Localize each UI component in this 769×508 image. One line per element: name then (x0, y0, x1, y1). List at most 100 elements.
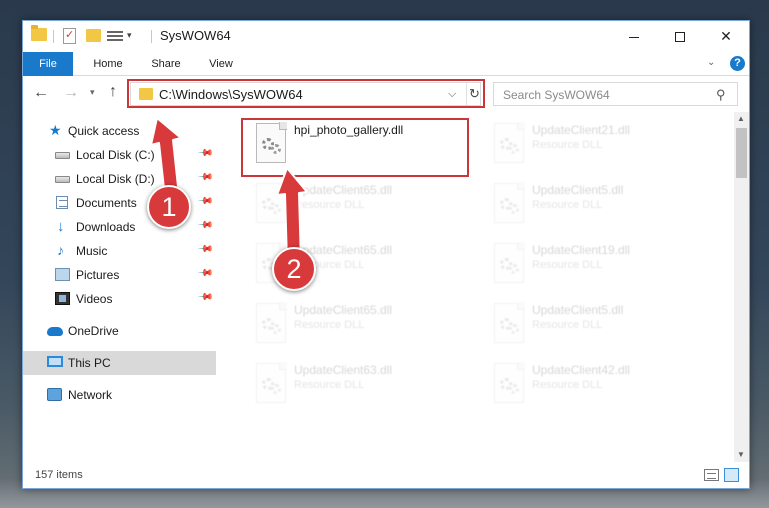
dll-file-icon (494, 122, 525, 163)
file-type: Resource DLL (294, 379, 365, 391)
star-icon: ★ (49, 122, 62, 138)
file-name: hpi_photo_gallery.dll (294, 123, 404, 137)
scroll-down-button[interactable]: ▼ (737, 450, 745, 459)
file-type: Resource DLL (532, 139, 603, 151)
dll-file-icon (494, 242, 525, 283)
file-type: Resource DLL (532, 259, 603, 271)
dll-file-icon (256, 302, 287, 343)
sidebar-item-onedrive[interactable]: OneDrive (23, 319, 216, 343)
sidebar-item-label: OneDrive (68, 324, 119, 338)
computer-icon (47, 356, 63, 367)
pin-icon[interactable]: 📌 (197, 217, 214, 234)
sidebar-item-quick-access[interactable]: ★ Quick access (23, 119, 216, 143)
address-bar[interactable]: C:\Windows\SysWOW64 ⌵ ↻ (130, 82, 481, 106)
close-button[interactable]: ✕ (703, 21, 749, 52)
file-tile-target[interactable]: hpi_photo_gallery.dll (242, 116, 478, 168)
file-name: UpdateClient63.dll (294, 363, 393, 377)
step-2-callout: 2 (272, 247, 316, 291)
dll-file-icon (256, 122, 287, 163)
dll-file-icon (256, 182, 287, 223)
new-folder-icon[interactable] (86, 29, 101, 42)
vertical-scrollbar[interactable]: ▲ ▼ (734, 112, 749, 462)
file-tile[interactable]: UpdateClient63.dll Resource DLL (242, 356, 478, 408)
forward-button[interactable]: → (63, 84, 79, 102)
file-tile[interactable]: UpdateClient65.dll Resource DLL (242, 176, 478, 228)
refresh-button[interactable]: ↻ (466, 83, 482, 105)
tab-share[interactable]: Share (140, 52, 192, 76)
pin-icon[interactable]: 📌 (197, 145, 214, 162)
help-icon[interactable]: ? (730, 56, 745, 71)
file-type: Resource DLL (532, 199, 603, 211)
file-tile[interactable]: UpdateClient21.dll Resource DLL (480, 116, 716, 168)
item-count: 157 items (35, 469, 83, 481)
file-tile[interactable]: UpdateClient42.dll Resource DLL (480, 356, 716, 408)
drive-icon (55, 152, 70, 159)
videos-icon (55, 292, 70, 305)
recent-locations-button[interactable]: ▾ (90, 87, 95, 98)
sidebar-item-label: Downloads (76, 220, 136, 234)
download-icon: ↓ (57, 218, 65, 235)
file-name: UpdateClient19.dll (532, 243, 631, 257)
toolbar-divider (151, 30, 152, 43)
window-title: SysWOW64 (160, 28, 231, 43)
search-icon[interactable]: ⚲ (716, 87, 726, 103)
sidebar-item-videos[interactable]: Videos 📌 (23, 287, 216, 311)
maximize-icon (675, 32, 685, 43)
scroll-up-button[interactable]: ▲ (737, 114, 745, 123)
address-path[interactable]: C:\Windows\SysWOW64 (159, 87, 303, 102)
navigation-bar: ← → ▾ ↑ C:\Windows\SysWOW64 ⌵ ↻ Search S… (23, 76, 749, 112)
file-name: UpdateClient5.dll (532, 303, 624, 317)
sidebar-item-label: Quick access (68, 124, 140, 138)
file-tile[interactable]: UpdateClient65.dll Resource DLL (242, 296, 478, 348)
scroll-thumb[interactable] (736, 128, 747, 178)
drive-icon (55, 176, 70, 183)
sidebar-item-local-disk-d[interactable]: Local Disk (D:) 📌 (23, 167, 216, 191)
customize-toolbar-dropdown-icon[interactable]: ▾ (127, 30, 132, 41)
maximize-button[interactable] (657, 21, 703, 52)
pictures-icon (55, 268, 70, 281)
sidebar-item-label: This PC (68, 356, 111, 370)
file-type: Resource DLL (532, 379, 603, 391)
view-layout-icon[interactable] (107, 29, 123, 43)
search-input[interactable]: Search SysWOW64 ⚲ (493, 82, 738, 106)
navigation-pane: ★ Quick access Local Disk (C:) 📌 Local D… (23, 112, 216, 462)
dll-file-icon (494, 362, 525, 403)
sidebar-item-network[interactable]: Network (23, 383, 216, 407)
back-button[interactable]: ← (33, 84, 49, 102)
minimize-button[interactable] (611, 21, 657, 52)
sidebar-item-label: Local Disk (C:) (76, 148, 155, 162)
dll-file-icon (256, 362, 287, 403)
sidebar-item-music[interactable]: ♪ Music 📌 (23, 239, 216, 263)
details-view-icon[interactable] (704, 469, 719, 481)
file-tile[interactable]: UpdateClient5.dll Resource DLL (480, 296, 716, 348)
file-name: UpdateClient42.dll (532, 363, 631, 377)
pin-icon[interactable]: 📌 (197, 193, 214, 210)
sidebar-item-this-pc[interactable]: This PC (23, 351, 216, 375)
address-history-dropdown[interactable]: ⌵ (448, 88, 456, 101)
documents-icon (56, 196, 68, 209)
large-icons-view-icon[interactable] (724, 468, 739, 482)
tab-view[interactable]: View (197, 52, 245, 76)
sidebar-item-local-disk-c[interactable]: Local Disk (C:) 📌 (23, 143, 216, 167)
tab-home[interactable]: Home (81, 52, 135, 76)
file-explorer-window: ▾ SysWOW64 ✕ File Home Share View ⌄ ? ← … (22, 20, 750, 489)
properties-icon[interactable] (63, 28, 76, 44)
pin-icon[interactable]: 📌 (197, 169, 214, 186)
step-1-callout: 1 (147, 185, 191, 229)
folder-icon (139, 88, 153, 100)
file-tile[interactable]: UpdateClient19.dll Resource DLL (480, 236, 716, 288)
file-tile[interactable]: UpdateClient5.dll Resource DLL (480, 176, 716, 228)
sidebar-item-label: Music (76, 244, 108, 258)
file-name: UpdateClient65.dll (294, 183, 393, 197)
pin-icon[interactable]: 📌 (197, 265, 214, 282)
tab-file[interactable]: File (23, 52, 73, 76)
up-button[interactable]: ↑ (109, 83, 117, 101)
sidebar-item-pictures[interactable]: Pictures 📌 (23, 263, 216, 287)
chevron-down-icon[interactable]: ⌄ (707, 57, 715, 68)
pin-icon[interactable]: 📌 (197, 289, 214, 306)
minimize-icon (629, 36, 639, 38)
ribbon-tabs: File Home Share View ⌄ ? (23, 52, 749, 76)
pin-icon[interactable]: 📌 (197, 241, 214, 258)
sidebar-item-label: Local Disk (D:) (76, 172, 155, 186)
file-name: UpdateClient21.dll (532, 123, 631, 137)
